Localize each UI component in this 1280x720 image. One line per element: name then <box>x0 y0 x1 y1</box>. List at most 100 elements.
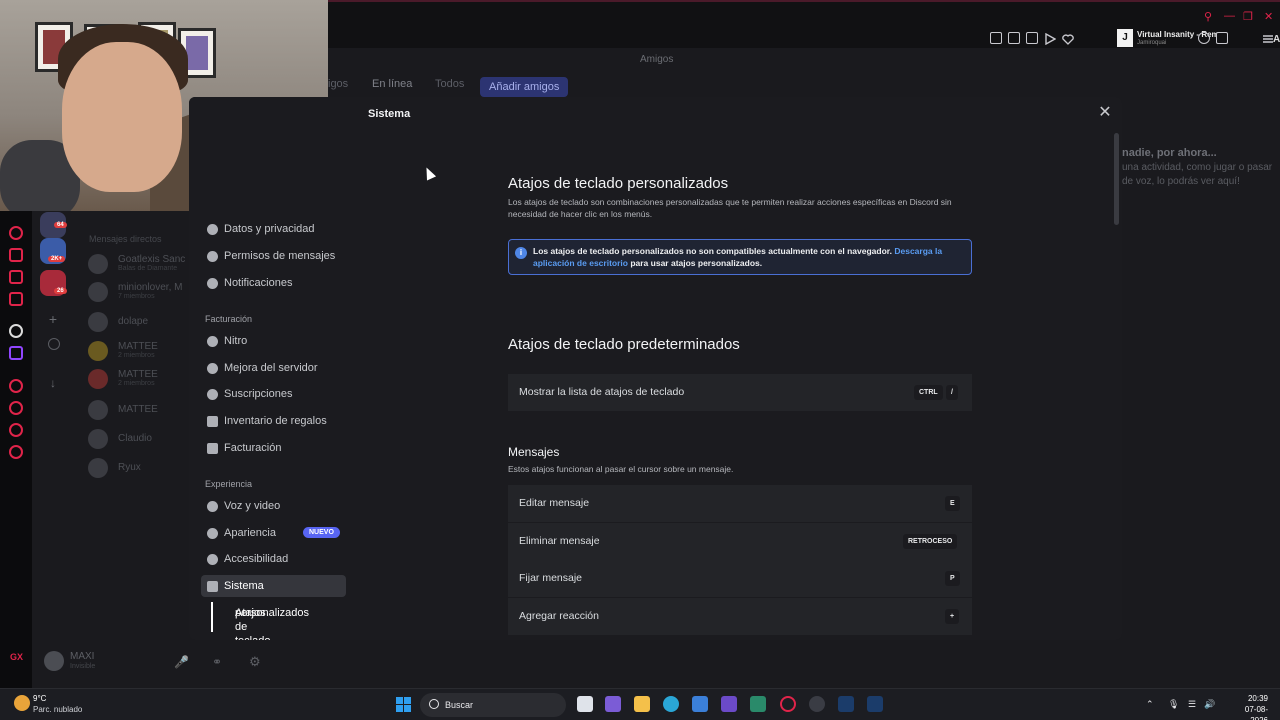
download-icon[interactable] <box>1216 32 1228 44</box>
avatar[interactable] <box>44 651 64 671</box>
tab-all[interactable]: Todos <box>435 78 464 90</box>
restore-icon[interactable]: ❐ <box>1243 10 1253 23</box>
add-friend-button[interactable]: Añadir amigos <box>480 77 569 97</box>
wifi-icon[interactable]: ☰ <box>1188 699 1196 710</box>
volume-icon[interactable]: 🔊 <box>1204 699 1215 710</box>
nav-gift-inventory[interactable]: Inventario de regalos <box>201 410 346 432</box>
store-icon[interactable] <box>692 696 708 712</box>
dm-item[interactable]: MATTEE 2 miembros <box>88 339 198 363</box>
dm-item[interactable]: Goatlexis Sanc Balas de Diamante <box>88 252 198 276</box>
steam-alt-icon[interactable] <box>809 696 825 712</box>
edge-icon[interactable] <box>663 696 679 712</box>
temperature: 9°C <box>33 694 47 703</box>
dm-item[interactable]: MATTEE 2 miembros <box>88 367 198 391</box>
avatar <box>88 341 108 361</box>
weather-icon[interactable] <box>14 695 30 711</box>
dm-item[interactable]: minionlover, M7 miembros <box>88 280 198 304</box>
browser-notice: i Los atajos de teclado personalizados n… <box>508 239 972 275</box>
dm-item[interactable]: dolape <box>88 310 198 334</box>
spotify-icon[interactable] <box>9 379 23 393</box>
nav-notifications[interactable]: Notificaciones <box>201 272 346 294</box>
server-list: 64 2K+ 26 + ↓ <box>32 210 72 600</box>
widgets-icon[interactable] <box>605 696 621 712</box>
scrollbar-thumb[interactable] <box>1114 133 1119 225</box>
ai-button[interactable]: AI <box>1273 34 1280 45</box>
nav-nitro[interactable]: Nitro <box>201 330 346 352</box>
chatgpt-icon[interactable] <box>9 324 23 338</box>
nav-server-boost[interactable]: Mejora del servidor <box>201 357 346 379</box>
shield-icon[interactable] <box>1026 32 1038 44</box>
opera-gx-icon[interactable] <box>780 696 796 712</box>
nav-data-privacy[interactable]: Datos y privacidad <box>201 218 346 240</box>
settings-icon[interactable] <box>9 445 23 459</box>
nav-label: Mejora del servidor <box>224 362 318 374</box>
bookmark-icon[interactable] <box>990 32 1002 44</box>
close-icon[interactable]: ✕ <box>1097 105 1113 121</box>
nav-appearance[interactable]: Apariencia NUEVO <box>201 522 346 544</box>
dm-name: Goatlexis Sanc <box>118 254 186 265</box>
time: 20:39 <box>1247 694 1268 703</box>
nav-label: Facturación <box>224 442 282 454</box>
new-badge: NUEVO <box>303 527 340 538</box>
user-settings-icon[interactable]: ⚙ <box>249 654 261 670</box>
messenger-icon[interactable] <box>9 292 23 306</box>
history-icon[interactable] <box>9 226 23 240</box>
steam-icon[interactable] <box>867 696 883 712</box>
nav-message-permissions[interactable]: Permisos de mensajes <box>201 245 346 267</box>
bag-icon[interactable] <box>9 248 23 262</box>
nav-system[interactable]: Sistema <box>201 575 346 597</box>
shortcut-label: Fijar mensaje <box>519 572 583 584</box>
headphones-icon[interactable]: ⚭ <box>212 655 222 669</box>
subscriptions-icon <box>207 389 218 400</box>
tab-online[interactable]: En línea <box>372 78 412 90</box>
nav-accessibility[interactable]: Accesibilidad <box>201 548 346 570</box>
nav-subscriptions[interactable]: Suscripciones <box>201 383 346 405</box>
clock[interactable]: 20:39 07-08-2026 <box>1228 693 1268 720</box>
minimize-icon[interactable]: — <box>1224 10 1235 22</box>
activity-empty-line2: de voz, lo podrás ver aquí! <box>1122 176 1240 187</box>
search-icon[interactable]: ⚲ <box>1204 10 1212 23</box>
clock-icon[interactable] <box>9 401 23 415</box>
badge: 26 <box>54 288 67 294</box>
add-server-icon[interactable]: + <box>40 306 66 332</box>
play-icon[interactable] <box>1044 32 1057 46</box>
profile-icon[interactable] <box>1198 32 1210 44</box>
extension-icon[interactable] <box>9 423 23 437</box>
download-apps-icon[interactable]: ↓ <box>40 370 66 396</box>
notice-tail: para usar atajos personalizados. <box>630 258 763 268</box>
twitch-icon[interactable] <box>9 346 23 360</box>
heart-icon[interactable] <box>1062 32 1074 45</box>
nav-voice-video[interactable]: Voz y video <box>201 495 346 517</box>
taskbar-search[interactable]: Buscar <box>420 693 566 717</box>
nav-label: Sistema <box>224 580 264 592</box>
shield-icon <box>207 224 218 235</box>
subnav-custom-shortcuts[interactable]: Atajos de tecladopersonalizados <box>211 602 341 640</box>
dm-item[interactable]: MATTEE <box>88 398 198 422</box>
steam-icon[interactable] <box>838 696 854 712</box>
messages-title: Mensajes <box>508 445 560 459</box>
microphone-icon <box>207 501 218 512</box>
task-view-icon[interactable] <box>577 696 593 712</box>
instagram-icon[interactable] <box>721 696 737 712</box>
chat-lock-icon <box>207 251 218 262</box>
tray-chevron-icon[interactable]: ⌃ <box>1146 699 1154 710</box>
key-cap: E <box>945 496 960 511</box>
mute-icon[interactable]: 🎤 <box>174 655 189 669</box>
dm-name: MATTEE <box>118 404 158 415</box>
dm-item[interactable]: Ryux <box>88 456 198 480</box>
file-explorer-icon[interactable] <box>634 696 650 712</box>
tab-friends-all[interactable]: igos <box>328 78 348 90</box>
snapshot-icon[interactable] <box>1008 32 1020 44</box>
twitch-gx-icon[interactable] <box>9 270 23 284</box>
key-cap: CTRL <box>914 385 943 400</box>
dm-item[interactable]: Claudio <box>88 427 198 451</box>
menu-icon[interactable] <box>1262 32 1274 44</box>
explore-icon[interactable] <box>48 338 60 350</box>
nav-billing[interactable]: Facturación <box>201 437 346 459</box>
terminal-icon[interactable] <box>750 696 766 712</box>
dm-name: dolape <box>118 316 149 327</box>
close-window-icon[interactable]: ✕ <box>1264 10 1273 23</box>
microphone-icon[interactable]: 🎙 <box>1168 699 1179 710</box>
windows-start-icon[interactable] <box>396 697 411 712</box>
nav-label: Apariencia <box>224 527 276 539</box>
